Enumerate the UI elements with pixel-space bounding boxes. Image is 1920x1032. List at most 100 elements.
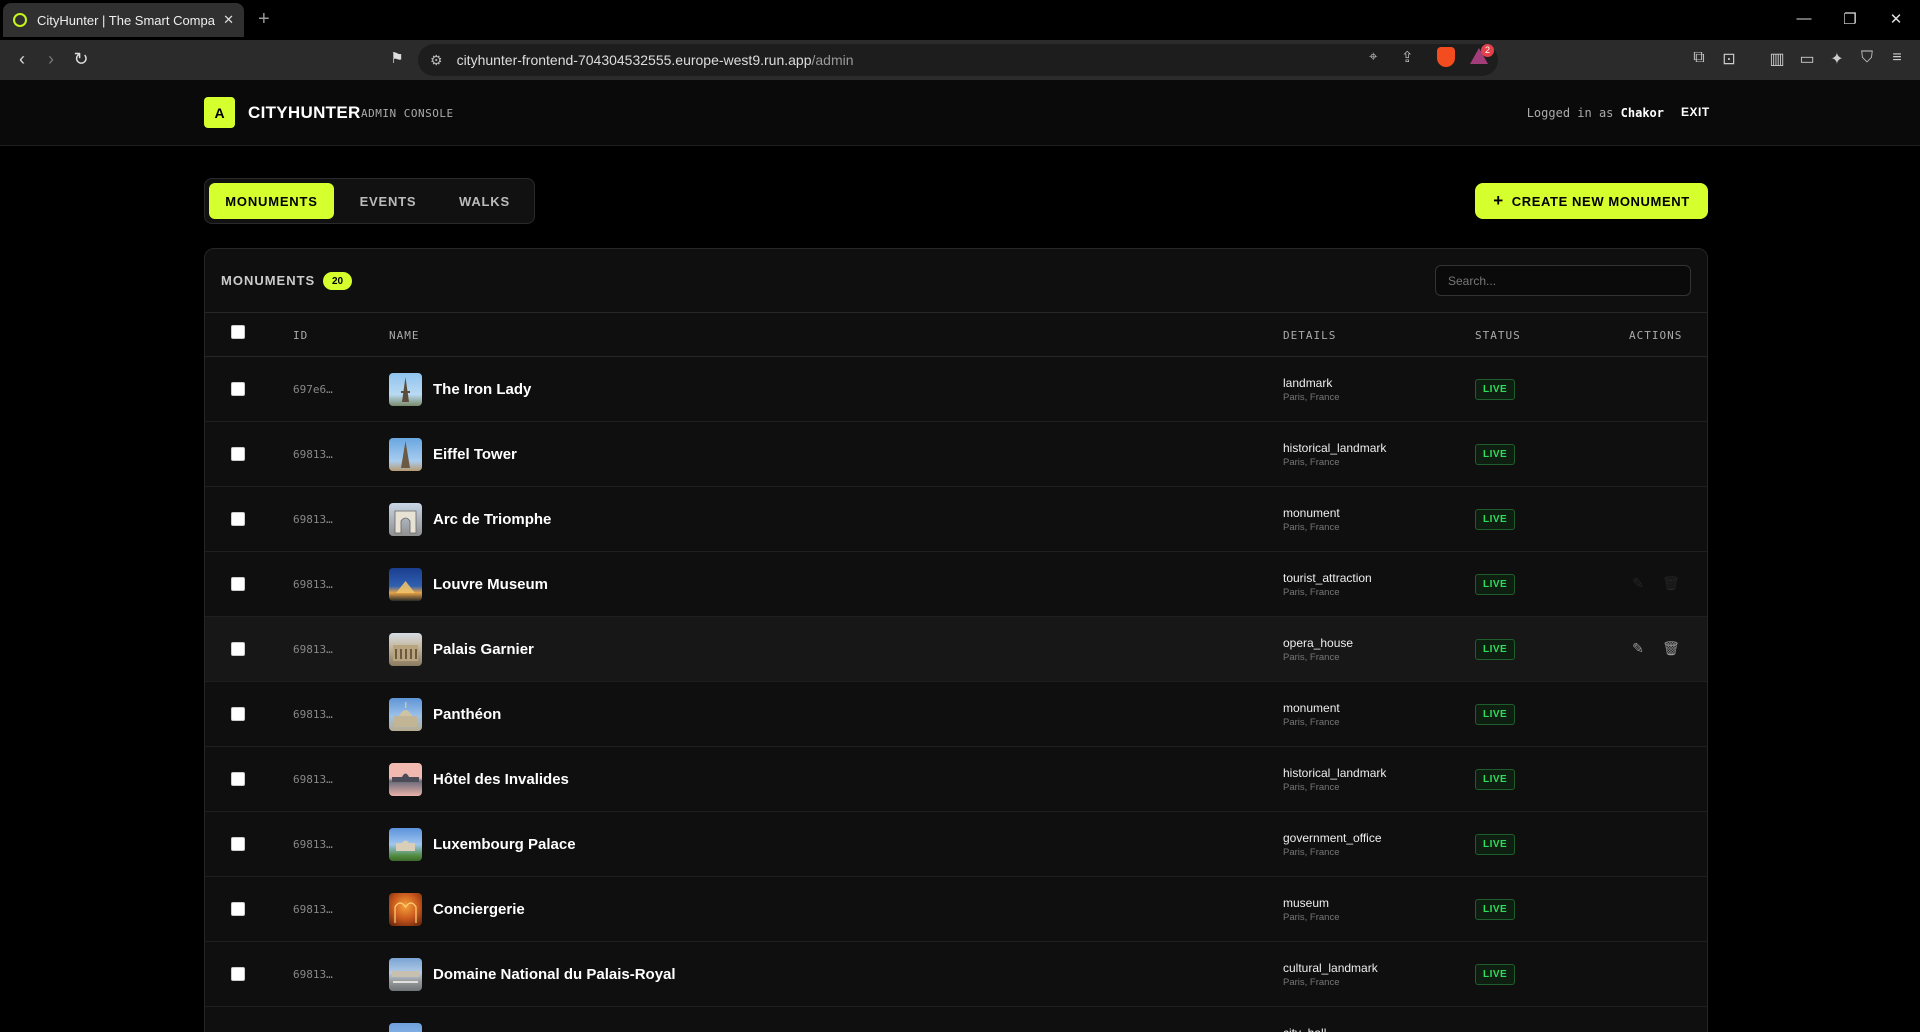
monuments-table-body: 697e6… The Iron Lady landmark Paris, Fra… xyxy=(205,357,1707,1032)
url-host: cityhunter-frontend-704304532555.europe-… xyxy=(456,52,812,68)
opera-image-icon xyxy=(393,645,418,661)
tower-image-icon xyxy=(401,441,410,468)
reload-icon[interactable]: ↻ xyxy=(69,48,93,70)
table-row[interactable]: 69813… Palais Garnier opera_house Paris,… xyxy=(205,617,1707,682)
monument-location: Paris, France xyxy=(1283,782,1340,793)
row-checkbox[interactable] xyxy=(231,707,245,721)
row-checkbox[interactable] xyxy=(231,382,245,396)
delete-icon[interactable]: 🗑 xyxy=(1662,638,1680,658)
monument-location: Paris, France xyxy=(1283,392,1340,403)
monument-name: Panthéon xyxy=(433,706,502,723)
status-badge: LIVE xyxy=(1475,639,1516,660)
row-id: 69813… xyxy=(293,838,333,851)
forward-icon[interactable]: › xyxy=(39,48,63,70)
wallet-icon[interactable]: ▭ xyxy=(1796,49,1818,69)
row-checkbox[interactable] xyxy=(231,642,245,656)
browser-tab[interactable]: CityHunter | The Smart Compass ✕ xyxy=(3,3,244,37)
vpn-icon[interactable]: ⛉ xyxy=(1856,49,1878,67)
monument-thumbnail xyxy=(389,698,422,731)
address-bar[interactable]: ⚙ cityhunter-frontend-704304532555.europ… xyxy=(418,44,1498,76)
leo-ai-icon[interactable]: ✦ xyxy=(1826,49,1848,69)
pyramid-image-icon xyxy=(396,581,415,593)
panel-title: MONUMENTS xyxy=(221,273,316,288)
table-row[interactable]: 69813… Luxembourg Palace government_offi… xyxy=(205,812,1707,877)
monument-category: monument xyxy=(1283,506,1340,520)
row-checkbox[interactable] xyxy=(231,447,245,461)
table-row[interactable]: 69813… Domaine National du Palais-Royal … xyxy=(205,942,1707,1007)
panel-header: MONUMENTS 20 xyxy=(205,249,1707,313)
table-row[interactable]: 69813… Eiffel Tower historical_landmark … xyxy=(205,422,1707,487)
restore-icon[interactable]: ❐ xyxy=(1840,10,1860,28)
brave-shields-icon[interactable] xyxy=(1437,47,1455,67)
screenshot-icon[interactable]: ⊡ xyxy=(1718,49,1740,69)
monument-category: monument xyxy=(1283,701,1340,715)
row-checkbox[interactable] xyxy=(231,902,245,916)
monument-name: Eiffel Tower xyxy=(433,446,517,463)
palace-image-icon xyxy=(396,840,415,851)
row-checkbox[interactable] xyxy=(231,837,245,851)
table-header: ID NAME DETAILS STATUS ACTIONS xyxy=(205,313,1707,357)
arch-image-icon xyxy=(394,510,417,534)
monument-thumbnail xyxy=(389,828,422,861)
delete-icon[interactable]: 🗑 xyxy=(1662,573,1680,593)
status-badge: LIVE xyxy=(1475,379,1516,400)
bookmark-icon[interactable]: ⚑ xyxy=(385,48,409,70)
vault-image-icon xyxy=(394,902,417,923)
site-info-icon[interactable]: ⚙ xyxy=(430,52,443,69)
console-subtitle: ADMIN CONSOLE xyxy=(361,107,454,120)
monument-category: museum xyxy=(1283,896,1330,910)
table-row[interactable]: 69813… Panthéon monument Paris, France L… xyxy=(205,682,1707,747)
column-details[interactable]: DETAILS xyxy=(1283,329,1336,342)
monument-thumbnail xyxy=(389,763,422,796)
column-status[interactable]: STATUS xyxy=(1475,329,1521,342)
app-header: A CITYHUNTER ADMIN CONSOLE Logged in as … xyxy=(0,80,1920,146)
row-id: 69813… xyxy=(293,903,333,916)
column-id[interactable]: ID xyxy=(293,329,308,342)
monument-thumbnail xyxy=(389,1023,422,1032)
monument-name: Luxembourg Palace xyxy=(433,836,576,853)
row-id: 69813… xyxy=(293,643,333,656)
search-input[interactable] xyxy=(1435,265,1691,296)
row-checkbox[interactable] xyxy=(231,512,245,526)
building-image-icon xyxy=(392,773,419,782)
menu-icon[interactable]: ≡ xyxy=(1886,49,1908,67)
row-checkbox[interactable] xyxy=(231,772,245,786)
sidebar-icon[interactable]: ▥ xyxy=(1766,49,1788,69)
window-close-icon[interactable]: ✕ xyxy=(1886,10,1906,28)
row-checkbox[interactable] xyxy=(231,577,245,591)
table-row[interactable]: 69813… Conciergerie museum Paris, France… xyxy=(205,877,1707,942)
column-name[interactable]: NAME xyxy=(389,329,420,342)
monument-thumbnail xyxy=(389,633,422,666)
tab-walks[interactable]: WALKS xyxy=(439,183,530,219)
edit-icon[interactable]: ✎ xyxy=(1629,638,1647,658)
extensions-icon[interactable]: ⧉ xyxy=(1688,49,1710,67)
status-badge: LIVE xyxy=(1475,899,1516,920)
table-row[interactable]: 69813… Arc de Triomphe monument Paris, F… xyxy=(205,487,1707,552)
status-badge: LIVE xyxy=(1475,509,1516,530)
row-checkbox[interactable] xyxy=(231,967,245,981)
share-icon[interactable]: ⇪ xyxy=(1401,48,1414,66)
status-badge: LIVE xyxy=(1475,834,1516,855)
create-monument-button[interactable]: + CREATE NEW MONUMENT xyxy=(1475,183,1708,219)
monument-location: Paris, France xyxy=(1283,587,1340,598)
close-tab-icon[interactable]: ✕ xyxy=(223,12,234,28)
minimize-icon[interactable]: — xyxy=(1794,10,1814,27)
new-tab-icon[interactable]: + xyxy=(258,8,270,31)
monument-category: opera_house xyxy=(1283,636,1354,650)
location-icon[interactable]: ⌖ xyxy=(1369,48,1377,65)
table-row[interactable]: 69813… Louvre Museum tourist_attraction … xyxy=(205,552,1707,617)
select-all-checkbox[interactable] xyxy=(231,325,245,339)
tab-events[interactable]: EVENTS xyxy=(339,183,437,219)
browser-tabbar: CityHunter | The Smart Compass ✕ + — ❐ ✕ xyxy=(0,0,1920,40)
table-row[interactable]: 697e6… The Iron Lady landmark Paris, Fra… xyxy=(205,357,1707,422)
tab-monuments[interactable]: MONUMENTS xyxy=(209,183,334,219)
row-id: 69813… xyxy=(293,773,333,786)
monument-location: Paris, France xyxy=(1283,522,1340,533)
back-icon[interactable]: ‹ xyxy=(10,48,34,70)
exit-button[interactable]: EXIT xyxy=(1681,105,1710,119)
edit-icon[interactable]: ✎ xyxy=(1629,573,1647,593)
table-row[interactable]: city_hall xyxy=(205,1007,1707,1032)
table-row[interactable]: 69813… Hôtel des Invalides historical_la… xyxy=(205,747,1707,812)
monument-thumbnail xyxy=(389,893,422,926)
row-id: 697e6… xyxy=(293,383,333,396)
